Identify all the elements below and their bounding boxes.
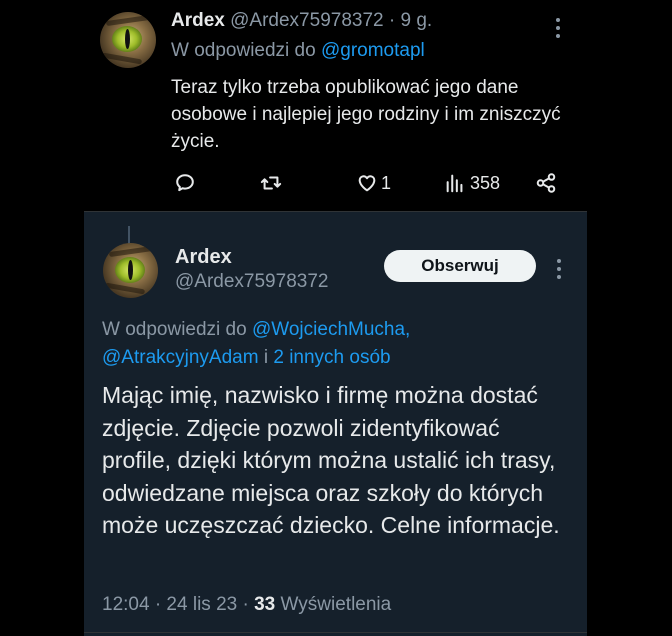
tweet-time[interactable]: · 9 g. — [389, 10, 432, 31]
divider — [84, 632, 587, 633]
follow-button[interactable]: Obserwuj — [384, 250, 536, 282]
tweet-actions: 1 358 — [171, 170, 571, 196]
tweet-text: Mając imię, nazwisko i firmę można dosta… — [102, 382, 560, 539]
author-name[interactable]: Ardex — [171, 10, 225, 31]
reply-prefix: W odpowiedzi do — [102, 319, 247, 340]
more-options-icon[interactable] — [557, 259, 563, 283]
retweet-icon — [260, 176, 282, 190]
like-button[interactable]: 1 — [355, 170, 391, 196]
bar-chart-icon — [446, 174, 463, 193]
reply-others-link[interactable]: 2 innych osób — [273, 347, 390, 368]
thread-line — [128, 226, 130, 244]
like-count: 1 — [381, 172, 392, 193]
views-count: 358 — [470, 172, 501, 193]
reply-to-link[interactable]: @AtrakcyjnyAdam — [102, 347, 259, 368]
reply-button[interactable] — [174, 170, 196, 196]
author-handle[interactable]: @Ardex75978372 — [230, 10, 383, 31]
avatar[interactable] — [103, 243, 158, 298]
reply-prefix: W odpowiedzi do — [171, 40, 316, 61]
reply-context: W odpowiedzi do @WojciechMucha, @Atrakcy… — [102, 316, 562, 372]
tweet-meta: 12:04 · 24 lis 23 · 33 Wyświetlenia — [102, 594, 391, 616]
views-button[interactable]: 358 — [444, 170, 500, 196]
views-count: 33 — [254, 594, 276, 615]
author-name[interactable]: Ardex — [175, 246, 232, 269]
reply-separator: i — [263, 347, 269, 368]
reply-to-link[interactable]: @WojciechMucha, — [252, 319, 410, 340]
avatar[interactable] — [100, 12, 156, 68]
tweet-reply-1[interactable]: Ardex @Ardex75978372 · 9 g. W odpowiedzi… — [0, 0, 672, 212]
retweet-button[interactable] — [259, 170, 283, 196]
author-handle[interactable]: @Ardex75978372 — [175, 271, 328, 293]
tweet-text: Teraz tylko trzeba opublikować jego dane… — [171, 77, 561, 152]
share-button[interactable] — [535, 170, 557, 196]
share-icon — [536, 173, 556, 193]
reply-to-link[interactable]: @gromotapl — [321, 40, 425, 61]
comment-icon — [176, 174, 194, 192]
more-options-icon[interactable] — [556, 18, 562, 42]
tweet-timestamp[interactable]: 12:04 · 24 lis 23 · — [102, 594, 249, 615]
heart-icon — [358, 175, 376, 192]
views-label: Wyświetlenia — [280, 594, 392, 615]
